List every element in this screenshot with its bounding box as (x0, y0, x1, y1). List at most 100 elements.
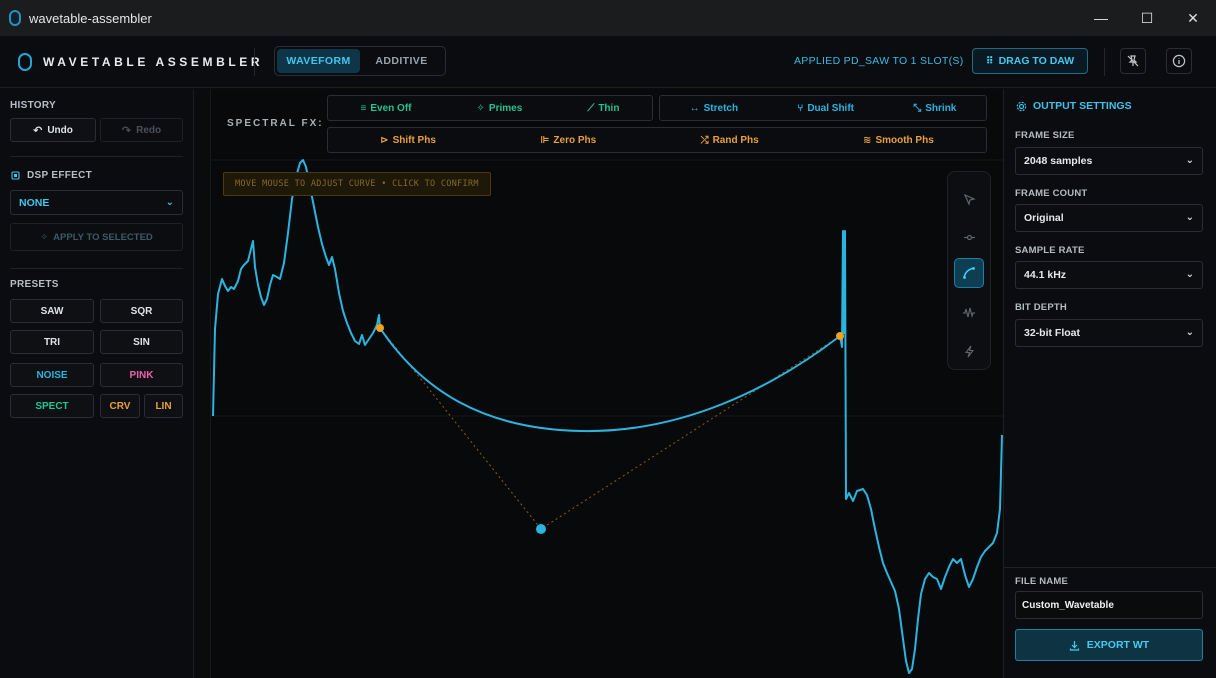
gear-icon (1016, 101, 1027, 111)
bolt-icon (964, 345, 974, 357)
tool-noise[interactable] (954, 298, 984, 328)
frame-size-value: 2048 samples (1024, 155, 1093, 167)
spectral-fx-group-1: ≡ Even Off ✧ Primes ⟋ Thin (327, 95, 653, 121)
sample-rate-label: SAMPLE RATE (1015, 245, 1085, 256)
file-name-input[interactable]: Custom_Wavetable (1015, 591, 1203, 619)
fx-smooth-phs-button[interactable]: ≋ Smooth Phs (863, 135, 934, 146)
spectral-fx-label: SPECTRAL FX: (227, 118, 324, 129)
frame-count-value: Original (1024, 212, 1064, 224)
curve-icon (963, 267, 975, 279)
info-button[interactable] (1166, 48, 1192, 74)
fx-thin-button[interactable]: ⟋ Thin (587, 103, 619, 114)
history-title: HISTORY (10, 100, 56, 111)
fx-label: Stretch (703, 102, 739, 114)
pin-off-button[interactable] (1120, 48, 1146, 74)
preset-sin-button[interactable]: SIN (100, 330, 183, 354)
redo-label: Redo (136, 124, 162, 136)
chevron-down-icon: ⌄ (1185, 326, 1194, 338)
chevron-down-icon: ⌄ (1185, 154, 1194, 166)
logo-icon (18, 53, 32, 71)
window-titlebar: wavetable-assembler — ☐ ✕ (0, 0, 1216, 36)
mode-switch: WAVEFORM ADDITIVE (274, 46, 446, 76)
minimize-button[interactable]: — (1078, 0, 1124, 36)
preset-spect-button[interactable]: SPECT (10, 394, 94, 418)
tab-additive[interactable]: ADDITIVE (360, 49, 443, 73)
redo-button[interactable]: ↷ Redo (100, 118, 183, 142)
dsp-effect-title: DSP EFFECT (10, 170, 92, 181)
maximize-button[interactable]: ☐ (1124, 0, 1170, 36)
fx-label: Thin (598, 102, 620, 114)
preset-crv-button[interactable]: CRV (100, 394, 140, 418)
tool-bolt[interactable] (954, 336, 984, 366)
file-name-label: FILE NAME (1015, 576, 1068, 587)
sample-rate-select[interactable]: 44.1 kHz ⌄ (1015, 261, 1203, 289)
preset-saw-button[interactable]: SAW (10, 299, 94, 323)
bit-depth-select[interactable]: 32-bit Float ⌄ (1015, 319, 1203, 347)
info-icon (1172, 54, 1186, 68)
fx-shift-phs-button[interactable]: ⊳ Shift Phs (380, 135, 436, 146)
feather-icon: ⟋ (587, 102, 595, 114)
preset-lin-button[interactable]: LIN (144, 394, 183, 418)
draw-tool-palette (947, 171, 991, 370)
curve-anchor-start[interactable] (376, 324, 384, 332)
fx-label: Dual Shift (807, 102, 854, 114)
chevron-down-icon: ⌄ (1185, 211, 1194, 223)
bezier-handle-lines (379, 327, 841, 530)
curve-hint-banner: MOVE MOUSE TO ADJUST CURVE • CLICK TO CO… (223, 172, 491, 196)
dsp-effect-label: DSP EFFECT (27, 170, 93, 181)
fx-stretch-button[interactable]: ↔ Stretch (690, 103, 738, 114)
shrink-icon: ⤡ (913, 102, 922, 114)
spectral-fx-group-3: ⊳ Shift Phs ⊫ Zero Phs ⤮ Rand Phs ≋ Smooth P… (327, 127, 987, 153)
frame-count-select[interactable]: Original ⌄ (1015, 204, 1203, 232)
filter-icon: ≡ (360, 102, 367, 114)
sparkle-icon: ✧ (476, 102, 485, 114)
spectral-fx-group-2: ↔ Stretch ⑂ Dual Shift ⤡ Shrink (659, 95, 987, 121)
shuffle-icon: ⤮ (700, 134, 709, 146)
fx-label: Shrink (925, 102, 957, 114)
curve-anchor-end[interactable] (836, 332, 844, 340)
preset-noise-button[interactable]: NOISE (10, 363, 94, 387)
pin-off-icon (1127, 55, 1139, 67)
waveform-canvas-area: SPECTRAL FX: ≡ Even Off ✧ Primes ⟋ Thin ↔ St… (210, 89, 1003, 678)
app-header: WAVETABLE ASSEMBLER WAVEFORM ADDITIVE AP… (0, 36, 1216, 88)
fx-even-off-button[interactable]: ≡ Even Off (361, 103, 412, 114)
preset-pink-button[interactable]: PINK (100, 363, 183, 387)
divider (10, 156, 183, 157)
skip-icon: ⊳ (380, 134, 389, 146)
export-wt-button[interactable]: EXPORT WT (1015, 629, 1203, 661)
drag-label: DRAG TO DAW (998, 55, 1075, 67)
fx-primes-button[interactable]: ✧ Primes (477, 103, 523, 114)
tool-node[interactable] (954, 222, 984, 252)
chevron-down-icon: ⌄ (1185, 268, 1194, 280)
output-settings-label: OUTPUT SETTINGS (1033, 100, 1132, 112)
preset-sqr-button[interactable]: SQR (100, 299, 183, 323)
curve-control-point[interactable] (536, 524, 546, 534)
dsp-effect-select[interactable]: NONE ⌄ (10, 190, 183, 215)
tab-waveform[interactable]: WAVEFORM (277, 49, 360, 73)
fx-label: Zero Phs (553, 134, 597, 146)
fx-rand-phs-button[interactable]: ⤮ Rand Phs (701, 135, 759, 146)
app-icon (9, 10, 21, 26)
fx-shrink-button[interactable]: ⤡ Shrink (913, 103, 956, 114)
preset-tri-button[interactable]: TRI (10, 330, 94, 354)
undo-button[interactable]: ↶ Undo (10, 118, 96, 142)
divider (1004, 567, 1216, 568)
waves-icon: ≋ (863, 134, 872, 146)
noise-icon (963, 307, 975, 319)
fx-zero-phs-button[interactable]: ⊫ Zero Phs (540, 135, 596, 146)
pointer-icon (963, 193, 976, 206)
fx-dual-shift-button[interactable]: ⑂ Dual Shift (797, 103, 854, 114)
fx-label: Smooth Phs (875, 134, 934, 146)
drag-to-daw-button[interactable]: ⠿ DRAG TO DAW (972, 48, 1088, 74)
stretch-icon: ↔ (689, 102, 700, 114)
frame-size-select[interactable]: 2048 samples ⌄ (1015, 147, 1203, 175)
tool-pointer[interactable] (954, 184, 984, 214)
close-button[interactable]: ✕ (1170, 0, 1216, 36)
tool-curve[interactable] (954, 258, 984, 288)
sample-rate-value: 44.1 kHz (1024, 269, 1067, 281)
split-icon: ⑂ (797, 102, 804, 114)
download-icon (1069, 640, 1079, 651)
dsp-effect-value: NONE (19, 196, 50, 209)
apply-to-selected-button[interactable]: ✧ APPLY TO SELECTED (10, 223, 183, 251)
undo-label: Undo (47, 124, 73, 136)
